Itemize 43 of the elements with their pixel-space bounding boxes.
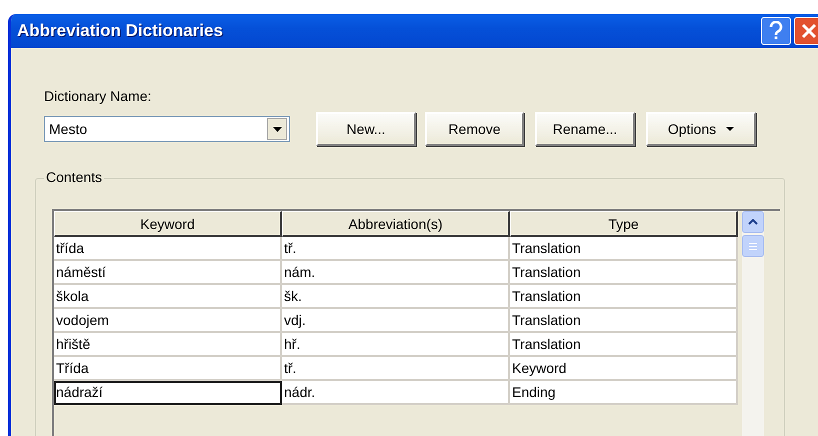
table-cell[interactable]: hř. <box>282 333 510 357</box>
table-cell[interactable]: třída <box>54 237 282 261</box>
close-button[interactable] <box>794 17 818 45</box>
menu-button[interactable]: Options <box>646 112 756 146</box>
help-button[interactable] <box>761 17 791 45</box>
scroll-up-button[interactable] <box>742 211 764 233</box>
table-cell[interactable]: vodojem <box>54 309 282 333</box>
dialog-button[interactable]: New... <box>316 112 416 146</box>
table-cell[interactable]: nám. <box>282 261 510 285</box>
table-cell[interactable]: nádr. <box>282 381 510 405</box>
table-cell[interactable]: Translation <box>510 285 738 309</box>
column-header[interactable]: Type <box>510 211 738 237</box>
scrollbar[interactable] <box>742 211 764 436</box>
field-label: Dictionary Name: <box>44 88 152 104</box>
table-cell[interactable]: náměstí <box>54 261 282 285</box>
dialog-button[interactable]: Rename... <box>535 112 635 146</box>
window-title: Abbreviation Dictionaries <box>17 21 224 41</box>
table-cell[interactable]: vdj. <box>282 309 510 333</box>
table-cell[interactable]: hřiště <box>54 333 282 357</box>
table-cell[interactable]: Ending <box>510 381 738 405</box>
caret-icon <box>726 127 734 131</box>
table-cell[interactable]: Keyword <box>510 357 738 381</box>
scroll-thumb[interactable] <box>742 235 764 257</box>
table-cell[interactable]: Translation <box>510 261 738 285</box>
dictionary-dropdown[interactable]: Mesto <box>44 116 290 142</box>
table-cell[interactable]: šk. <box>282 285 510 309</box>
chevron-up-icon <box>748 219 758 225</box>
table-cell[interactable]: nádraží <box>54 381 282 405</box>
dropdown-arrow-icon <box>272 126 282 132</box>
dialog-button[interactable]: Remove <box>425 112 524 146</box>
table-cell[interactable]: Translation <box>510 333 738 357</box>
column-header[interactable]: Abbreviation(s) <box>282 211 510 237</box>
close-icon <box>801 23 817 39</box>
table-cell[interactable]: tř. <box>282 237 510 261</box>
table-cell[interactable]: Translation <box>510 237 738 261</box>
table-cell[interactable]: škola <box>54 285 282 309</box>
group-title: Contents <box>44 169 104 185</box>
question-icon <box>769 21 783 41</box>
grip-icon <box>749 242 757 250</box>
column-header[interactable]: Keyword <box>54 211 282 237</box>
table-cell[interactable]: Třída <box>54 357 282 381</box>
table-cell[interactable]: tř. <box>282 357 510 381</box>
table-cell[interactable]: Translation <box>510 309 738 333</box>
